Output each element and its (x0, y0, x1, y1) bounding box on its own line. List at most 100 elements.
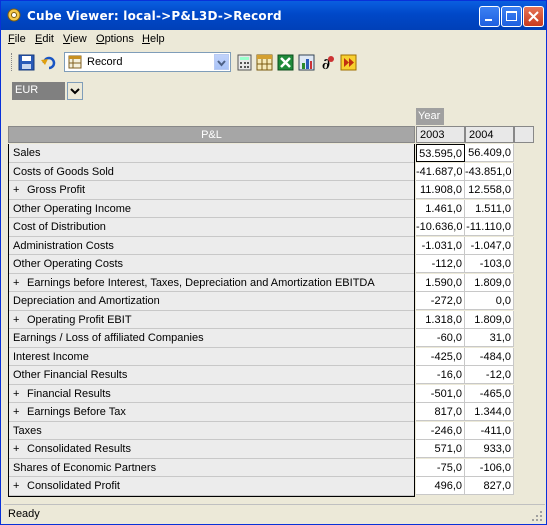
expand-toggle[interactable]: + (13, 274, 27, 292)
data-cell[interactable]: 933,0 (465, 440, 514, 458)
table-row[interactable]: + Consolidated Results (9, 440, 414, 459)
expand-toggle[interactable]: + (13, 181, 27, 199)
menu-view[interactable]: View (63, 33, 87, 45)
table-row[interactable]: Other Operating Income (9, 200, 414, 218)
table-row[interactable]: Other Financial Results (9, 366, 414, 385)
data-cell[interactable]: 0,0 (465, 292, 514, 310)
data-cell[interactable]: -103,0 (465, 255, 514, 273)
data-cell[interactable]: 11.908,0 (416, 181, 465, 199)
data-cell[interactable]: 56.409,0 (465, 144, 514, 162)
table-row: -10.636,0 -11.110,0 (416, 218, 514, 237)
table-row[interactable]: Shares of Economic Partners (9, 459, 414, 477)
table-row[interactable]: Cost of Distribution (9, 218, 414, 237)
column-header-empty (514, 126, 534, 143)
calculator-icon[interactable] (236, 54, 253, 71)
data-cell[interactable]: -10.636,0 (416, 218, 465, 236)
expand-toggle[interactable]: + (13, 385, 27, 403)
toolbar-grip[interactable] (11, 53, 15, 71)
maximize-button[interactable] (501, 6, 522, 27)
undo-icon[interactable] (40, 54, 57, 71)
data-cell[interactable]: 827,0 (465, 477, 514, 495)
data-cell[interactable]: -16,0 (416, 366, 465, 384)
data-cell[interactable]: 1.809,0 (465, 273, 514, 292)
table-row[interactable]: Taxes (9, 422, 414, 440)
data-cell[interactable]: -43.851,0 (465, 162, 514, 181)
column-dimension-header[interactable]: Year (416, 108, 444, 125)
data-cell[interactable]: 1.809,0 (465, 310, 514, 329)
table-row[interactable]: + Financial Results (9, 385, 414, 403)
data-cell[interactable]: 1.461,0 (416, 199, 465, 218)
table-icon[interactable] (256, 54, 273, 71)
data-cell[interactable]: 12.558,0 (465, 181, 514, 199)
data-cell[interactable]: -484,0 (465, 347, 514, 366)
data-cell[interactable]: -425,0 (416, 347, 465, 366)
status-text: Ready (8, 508, 40, 520)
table-row[interactable]: + Earnings Before Tax (9, 403, 414, 422)
currency-select[interactable]: EUR (12, 82, 83, 100)
view-select-dropdown[interactable] (214, 54, 229, 70)
data-cell[interactable]: 1.344,0 (465, 403, 514, 421)
table-row[interactable]: Costs of Goods Sold (9, 163, 414, 181)
currency-select-dropdown[interactable] (67, 82, 83, 100)
resize-grip-icon[interactable] (531, 510, 543, 522)
data-cell[interactable]: -112,0 (416, 255, 465, 273)
menu-options[interactable]: Options (96, 33, 134, 45)
table-row[interactable]: + Consolidated Profit (9, 477, 414, 496)
table-row: 53.595,0 56.409,0 (416, 144, 514, 163)
data-cell[interactable]: -411,0 (465, 421, 514, 440)
data-cell[interactable]: -11.110,0 (465, 218, 514, 236)
expand-toggle[interactable]: + (13, 477, 27, 495)
expand-toggle[interactable]: + (13, 403, 27, 421)
data-cell[interactable]: 1.511,0 (465, 199, 514, 218)
minimize-button[interactable] (479, 6, 500, 27)
data-cell[interactable]: 1.590,0 (416, 273, 465, 292)
data-cell[interactable]: -106,0 (465, 458, 514, 477)
table-row[interactable]: Interest Income (9, 348, 414, 366)
close-button[interactable] (523, 6, 544, 27)
data-cell[interactable]: -41.687,0 (416, 162, 465, 181)
data-cell[interactable]: -465,0 (465, 384, 514, 403)
table-row[interactable]: + Earnings before Interest, Taxes, Deprec… (9, 274, 414, 292)
data-cell[interactable]: 496,0 (416, 477, 465, 495)
menu-file[interactable]: File (8, 33, 26, 45)
data-cell[interactable]: -1.031,0 (416, 236, 465, 255)
data-cell[interactable]: 53.595,0 (416, 144, 465, 162)
column-header-2003[interactable]: 2003 (416, 126, 465, 143)
expand-toggle[interactable]: + (13, 440, 27, 458)
table-row: 571,0 933,0 (416, 440, 514, 459)
expand-toggle[interactable]: + (13, 311, 27, 329)
save-icon[interactable] (18, 54, 35, 71)
excel-export-icon[interactable] (277, 54, 294, 71)
table-row[interactable]: Sales (9, 144, 414, 163)
chart-icon[interactable] (298, 54, 315, 71)
data-cell[interactable]: -272,0 (416, 292, 465, 310)
data-cell[interactable]: -12,0 (465, 366, 514, 384)
status-bar: Ready (4, 504, 545, 524)
table-row[interactable]: Earnings / Loss of affiliated Companies (9, 329, 414, 348)
menu-help[interactable]: Help (142, 33, 165, 45)
view-select[interactable]: Record (64, 52, 231, 72)
row-dimension-header[interactable]: P&L (8, 126, 415, 143)
data-cell[interactable]: -60,0 (416, 329, 465, 347)
data-cell[interactable]: -75,0 (416, 458, 465, 477)
toolbar: Record ∂ (4, 50, 545, 75)
menu-file-mnemonic: F (8, 33, 15, 45)
data-cell[interactable]: -246,0 (416, 421, 465, 440)
forward-icon[interactable] (340, 54, 357, 71)
formula-icon[interactable]: ∂ (319, 54, 336, 71)
data-cell[interactable]: 817,0 (416, 403, 465, 421)
data-cell[interactable]: 571,0 (416, 440, 465, 458)
table-row[interactable]: + Operating Profit EBIT (9, 311, 414, 329)
data-cell[interactable]: 1.318,0 (416, 310, 465, 329)
data-cell[interactable]: -501,0 (416, 384, 465, 403)
data-cell[interactable]: 31,0 (465, 329, 514, 347)
column-header-2004[interactable]: 2004 (465, 126, 514, 143)
menu-edit[interactable]: Edit (35, 33, 54, 45)
title-bar[interactable]: Cube Viewer: local->P&L3D->Record (1, 1, 546, 30)
table-row[interactable]: Other Operating Costs (9, 255, 414, 274)
data-cell[interactable]: -1.047,0 (465, 236, 514, 255)
table-row[interactable]: + Gross Profit (9, 181, 414, 200)
cube-viewer-app-icon (7, 8, 21, 22)
table-row[interactable]: Administration Costs (9, 237, 414, 255)
table-row[interactable]: Depreciation and Amortization (9, 292, 414, 311)
